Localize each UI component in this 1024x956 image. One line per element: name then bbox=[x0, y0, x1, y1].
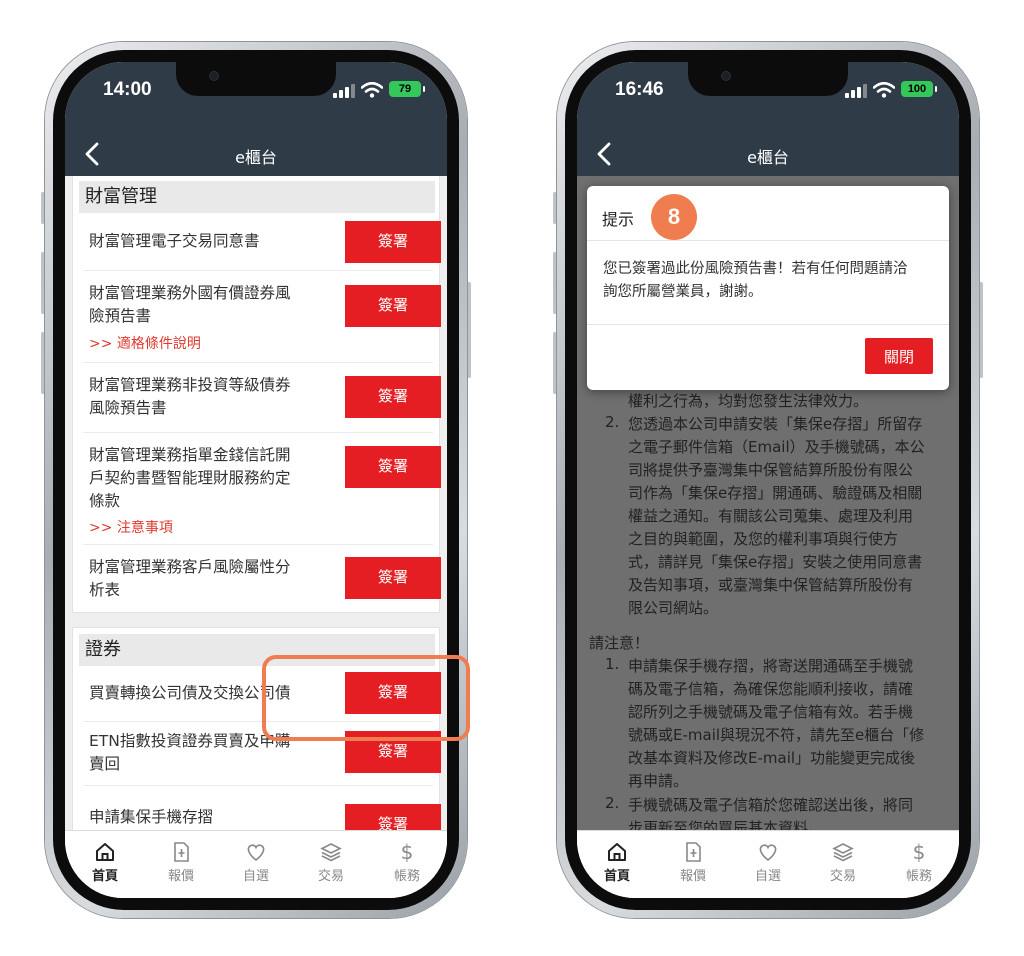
status-time: 16:46 bbox=[615, 79, 664, 100]
document-overlay: 權利之行為，均對您發生法律效力。 2. 您透過本公司申請安裝「集保e存摺」所留存… bbox=[577, 176, 959, 830]
quote-icon bbox=[174, 842, 189, 862]
battery-indicator: 100 bbox=[901, 81, 937, 97]
sign-button[interactable]: 簽署 bbox=[345, 285, 441, 327]
doc-line: 手機號碼及電子信箱於您確認送出後，將同 bbox=[628, 796, 914, 814]
list-item: 財富管理業務非投資等級債券 風險預告書 簽署 bbox=[83, 363, 441, 433]
tab-watchlist[interactable]: 自選 bbox=[218, 841, 294, 884]
tab-watchlist[interactable]: 自選 bbox=[730, 841, 806, 884]
status-bar: 16:46 100 bbox=[577, 62, 959, 132]
doc-list-number: 1. bbox=[605, 655, 620, 673]
list-item: 財富管理業務外國有價證券風 險預告書 >> 適格條件說明 簽署 bbox=[83, 271, 441, 363]
wealth-management-section: 財富管理 財富管理電子交易同意書 簽署 財富管理業務外國有價證券風 險預告書 >… bbox=[72, 176, 441, 613]
doc-line: 認所列之手機號碼及電子信箱有效。若手機 bbox=[628, 703, 914, 721]
dollar-icon: $ bbox=[401, 841, 414, 863]
doc-line: 改基本資料及修改E-mail」功能變更完成後 bbox=[628, 749, 916, 767]
doc-line: 司作為「集保e存摺」開通碼、驗證碼及相關 bbox=[628, 484, 923, 502]
dialog-message: 您已簽署過此份風險預告書！若有任何問題請洽 詢您所屬營業員，謝謝。 bbox=[603, 261, 908, 300]
tab-trade[interactable]: 交易 bbox=[805, 841, 881, 884]
svg-text:$: $ bbox=[913, 841, 926, 863]
tab-account[interactable]: $ 帳務 bbox=[369, 841, 445, 884]
phone-screen: 16:46 100 e櫃台 權利之行為，均對您發生法律效力。 2. 您透過本公司… bbox=[577, 62, 959, 898]
right-phone: 16:46 100 e櫃台 權利之行為，均對您發生法律效力。 2. 您透過本公司… bbox=[553, 42, 983, 918]
eligibility-link[interactable]: >> 適格條件說明 bbox=[89, 333, 201, 353]
list-item: 財富管理業務指單金錢信託開 戶契約書暨智能理財服務約定 條款 >> 注意事項 簽… bbox=[83, 433, 441, 545]
doc-line: 步更新至您的買辰基本資料。 bbox=[628, 819, 824, 830]
notice-title: 請注意！ bbox=[589, 634, 650, 652]
list-item: 申請集保手機存摺 簽署 bbox=[83, 786, 441, 830]
doc-line: 權利之行為，均對您發生法律效力。 bbox=[628, 392, 869, 410]
dialog-divider bbox=[587, 240, 949, 241]
heart-icon bbox=[247, 844, 265, 862]
tab-home[interactable]: 首頁 bbox=[579, 841, 655, 884]
doc-line: 號碼或E-mail與現況不符，請先至e櫃台「修 bbox=[628, 726, 925, 744]
doc-line: 之目的與範圍，及您的權利事項與行使方 bbox=[628, 530, 899, 548]
doc-line: 權益之通知。有關該公司蒐集、處理及利用 bbox=[628, 507, 914, 525]
status-time: 14:00 bbox=[103, 79, 152, 100]
list-item: 財富管理業務客戶風險屬性分 析表 簽署 bbox=[83, 545, 441, 611]
doc-list-number: 2. bbox=[605, 794, 620, 812]
doc-line: 司將提供予臺灣集中保管結算所股份有限公 bbox=[628, 461, 914, 479]
doc-line: 限公司網站。 bbox=[628, 599, 719, 617]
doc-list-number: 2. bbox=[605, 413, 620, 431]
notes-link[interactable]: >> 注意事項 bbox=[89, 517, 173, 537]
notch bbox=[688, 62, 848, 96]
wifi-icon bbox=[873, 82, 895, 98]
tab-quote[interactable]: 報價 bbox=[655, 841, 731, 884]
tab-home[interactable]: 首頁 bbox=[67, 841, 143, 884]
notch bbox=[176, 62, 336, 96]
highlight-box bbox=[262, 655, 470, 741]
list-item: 財富管理電子交易同意書 簽署 bbox=[83, 213, 441, 271]
home-icon bbox=[96, 843, 114, 861]
layers-icon bbox=[832, 843, 854, 862]
camera-icon bbox=[210, 72, 218, 80]
doc-line: 您透過本公司申請安裝「集保e存摺」所留存 bbox=[628, 415, 923, 433]
signal-icon bbox=[845, 84, 867, 98]
sign-button[interactable]: 簽署 bbox=[345, 804, 441, 830]
home-icon bbox=[608, 843, 626, 861]
camera-icon bbox=[722, 72, 730, 80]
alert-dialog: 提示 8 您已簽署過此份風險預告書！若有任何問題請洽 詢您所屬營業員，謝謝。 關… bbox=[587, 186, 949, 390]
wifi-icon bbox=[361, 82, 383, 98]
doc-line: 式，請詳見「集保e存摺」安裝之使用同意書 bbox=[628, 553, 923, 571]
sign-button[interactable]: 簽署 bbox=[345, 221, 441, 263]
tab-quote[interactable]: 報價 bbox=[143, 841, 219, 884]
battery-indicator: 79 bbox=[389, 81, 425, 97]
tab-trade[interactable]: 交易 bbox=[293, 841, 369, 884]
left-phone: 14:00 79 e櫃台 財富管理 財富管理電子交易同意書 簽署 財富管理業務外… bbox=[41, 42, 471, 918]
nav-bar: e櫃台 bbox=[65, 132, 447, 176]
dialog-divider bbox=[587, 324, 949, 325]
section-title: 財富管理 bbox=[79, 181, 435, 213]
doc-line: 再申請。 bbox=[628, 772, 689, 790]
step-badge: 8 bbox=[651, 194, 697, 240]
svg-text:$: $ bbox=[401, 841, 414, 863]
doc-line: 之電子郵件信箱（Email）及手機號碼，本公 bbox=[628, 438, 925, 456]
nav-bar: e櫃台 bbox=[577, 132, 959, 176]
status-bar: 14:00 79 bbox=[65, 62, 447, 132]
page-title: e櫃台 bbox=[747, 148, 789, 167]
doc-line: 申請集保手機存摺，將寄送開通碼至手機號 bbox=[628, 657, 914, 675]
layers-icon bbox=[320, 843, 342, 862]
page-title: e櫃台 bbox=[235, 148, 277, 167]
sign-button[interactable]: 簽署 bbox=[345, 446, 441, 488]
close-button[interactable]: 關閉 bbox=[865, 338, 933, 374]
dialog-title: 提示 bbox=[602, 210, 635, 229]
tab-account[interactable]: $ 帳務 bbox=[881, 841, 957, 884]
doc-line: 及告知事項，或臺灣集中保管結算所股份有 bbox=[628, 576, 914, 594]
sign-button[interactable]: 簽署 bbox=[345, 557, 441, 599]
signal-icon bbox=[333, 84, 355, 98]
tab-bar: 首頁 報價 自選 交易 $ 帳務 bbox=[65, 830, 447, 898]
quote-icon bbox=[686, 842, 701, 862]
doc-line: 碼及電子信箱，為確保您能順利接收，請確 bbox=[628, 680, 914, 698]
heart-icon bbox=[759, 844, 777, 862]
tab-bar: 首頁 報價 自選 交易 $ 帳務 bbox=[577, 830, 959, 898]
phone-screen: 14:00 79 e櫃台 財富管理 財富管理電子交易同意書 簽署 財富管理業務外… bbox=[65, 62, 447, 898]
dollar-icon: $ bbox=[913, 841, 926, 863]
sign-button[interactable]: 簽署 bbox=[345, 376, 441, 418]
